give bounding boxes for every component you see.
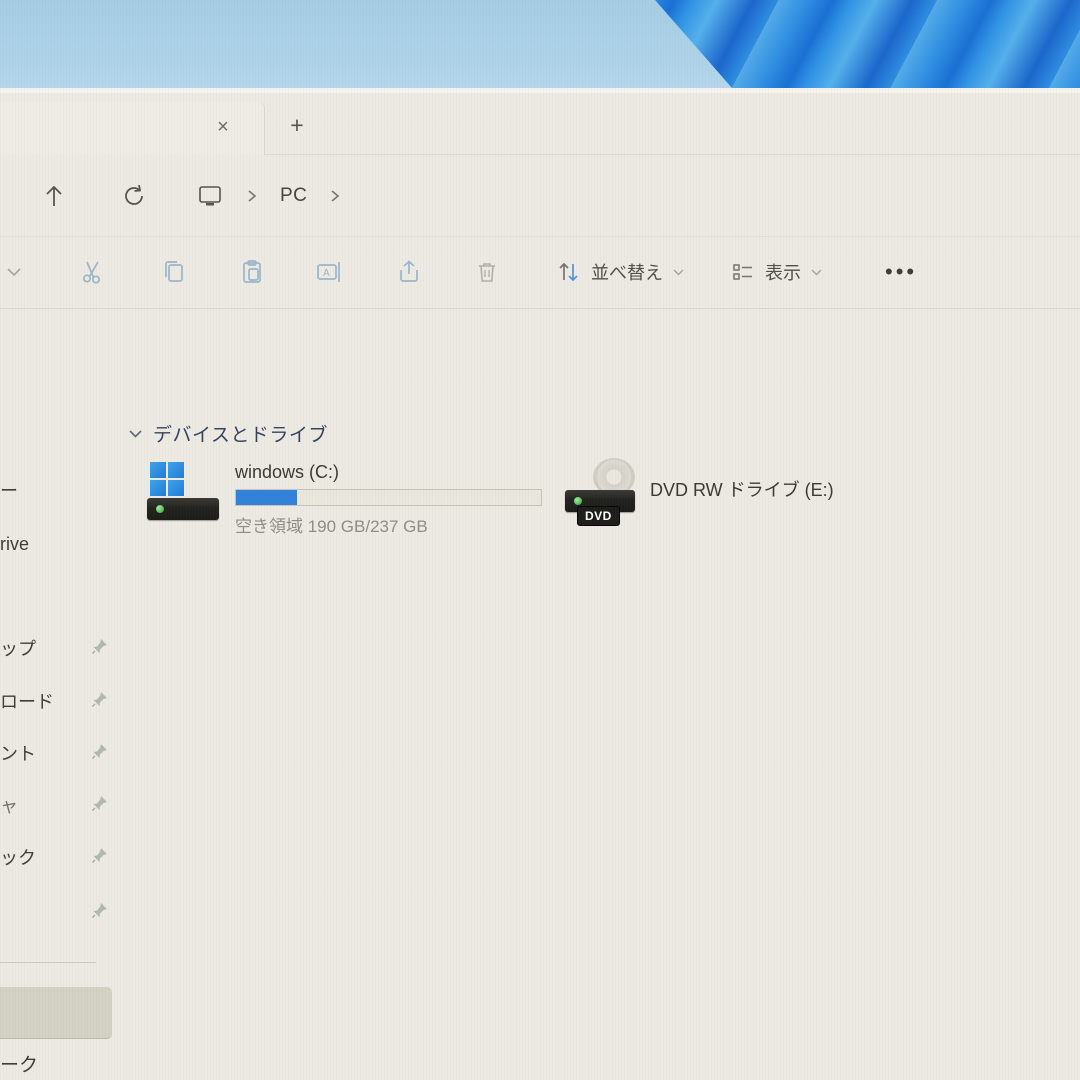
copy-icon — [160, 258, 188, 286]
breadcrumb-item-pc[interactable]: PC — [280, 185, 307, 207]
windows-logo-icon — [150, 462, 184, 496]
paste-icon — [238, 258, 266, 286]
share-button[interactable] — [391, 254, 427, 290]
svg-text:A: A — [323, 268, 330, 279]
rename-icon: A — [315, 258, 345, 286]
windows-bloom-graphic — [620, 0, 1080, 88]
pin-icon — [90, 689, 110, 709]
command-toolbar: A — [0, 236, 1080, 309]
cut-button[interactable] — [75, 254, 111, 290]
more-options-button[interactable]: ••• — [885, 254, 917, 290]
group-header-devices-and-drives[interactable]: デバイスとドライブ — [128, 420, 328, 447]
sort-label: 並べ替え — [591, 259, 663, 285]
sort-arrows-icon — [556, 259, 582, 285]
sidebar-item-network[interactable]: ーク — [0, 1050, 38, 1077]
chevron-down-icon — [810, 268, 823, 277]
sidebar-item-label: ロード — [0, 688, 84, 714]
drive-led — [574, 497, 582, 505]
paste-button[interactable] — [234, 254, 270, 290]
trash-icon — [474, 258, 500, 286]
pin-icon — [90, 845, 110, 865]
sidebar-item-label: ップ — [0, 635, 84, 661]
scissors-icon — [79, 258, 107, 286]
pin-icon — [90, 741, 110, 761]
dvd-badge: DVD — [577, 506, 620, 526]
sidebar-item-label: rive — [0, 534, 84, 555]
sidebar-item-label: ント — [0, 740, 84, 766]
tabstrip-divider — [264, 154, 1080, 155]
tab-close-icon[interactable]: × — [210, 115, 236, 141]
breadcrumb-chevron-icon — [246, 189, 258, 203]
chevron-down-icon[interactable] — [128, 429, 143, 439]
sidebar-item-pc-selected[interactable] — [0, 987, 112, 1039]
sidebar-item-label: ー — [0, 477, 84, 503]
capacity-bar — [235, 489, 542, 506]
sidebar-divider — [0, 962, 96, 963]
photographed-screen: × + — [0, 0, 1080, 1080]
sidebar-item-label: ック — [0, 844, 84, 870]
file-explorer-window: × + — [0, 88, 1080, 1080]
drive-item-c[interactable]: windows (C:) 空き領域 190 GB/237 GB — [137, 454, 552, 544]
pin-icon — [90, 793, 110, 813]
free-space-text: 空き領域 190 GB/237 GB — [235, 512, 428, 537]
sidebar-item-label: ャ — [0, 792, 30, 818]
drive-item-dvd[interactable]: DVD DVD RW ドライブ (E:) — [560, 454, 860, 544]
pin-icon — [90, 900, 110, 920]
drive-led — [156, 505, 164, 513]
tab-pc[interactable]: × — [0, 101, 265, 155]
sort-button[interactable]: 並べ替え — [556, 254, 685, 290]
chevron-down-icon — [672, 268, 685, 277]
view-label: 表示 — [765, 259, 801, 285]
pin-icon — [90, 636, 110, 656]
desktop-wallpaper — [0, 0, 1080, 88]
view-list-icon — [730, 259, 756, 285]
tab-bar: × + — [0, 93, 1080, 155]
navigation-bar: PC — [0, 156, 1080, 237]
hard-disk-icon — [147, 498, 219, 520]
arrow-up-icon — [43, 184, 65, 208]
drive-name: windows (C:) — [235, 462, 339, 483]
pc-monitor-icon[interactable] — [196, 182, 224, 210]
breadcrumb-chevron-icon[interactable] — [329, 189, 341, 203]
share-icon — [395, 258, 423, 286]
refresh-button[interactable] — [116, 178, 152, 214]
navigation-pane: ー rive ップ ロード — [0, 308, 120, 1080]
ellipsis-icon: ••• — [885, 259, 917, 285]
capacity-fill — [236, 490, 297, 505]
drive-name: DVD RW ドライブ (E:) — [650, 476, 834, 502]
os-drive-icon — [147, 462, 223, 522]
dvd-drive-icon: DVD — [565, 456, 645, 536]
group-title: デバイスとドライブ — [153, 420, 328, 447]
overflow-chevron-icon[interactable] — [0, 254, 32, 290]
content-area: ー rive ップ ロード — [0, 308, 1080, 1080]
up-button[interactable] — [36, 178, 72, 214]
delete-button[interactable] — [469, 254, 505, 290]
new-tab-button[interactable]: + — [282, 111, 312, 141]
view-button[interactable]: 表示 — [730, 254, 823, 290]
breadcrumb: PC — [196, 178, 341, 214]
copy-button[interactable] — [156, 254, 192, 290]
refresh-icon — [122, 184, 146, 208]
rename-button[interactable]: A — [312, 254, 348, 290]
